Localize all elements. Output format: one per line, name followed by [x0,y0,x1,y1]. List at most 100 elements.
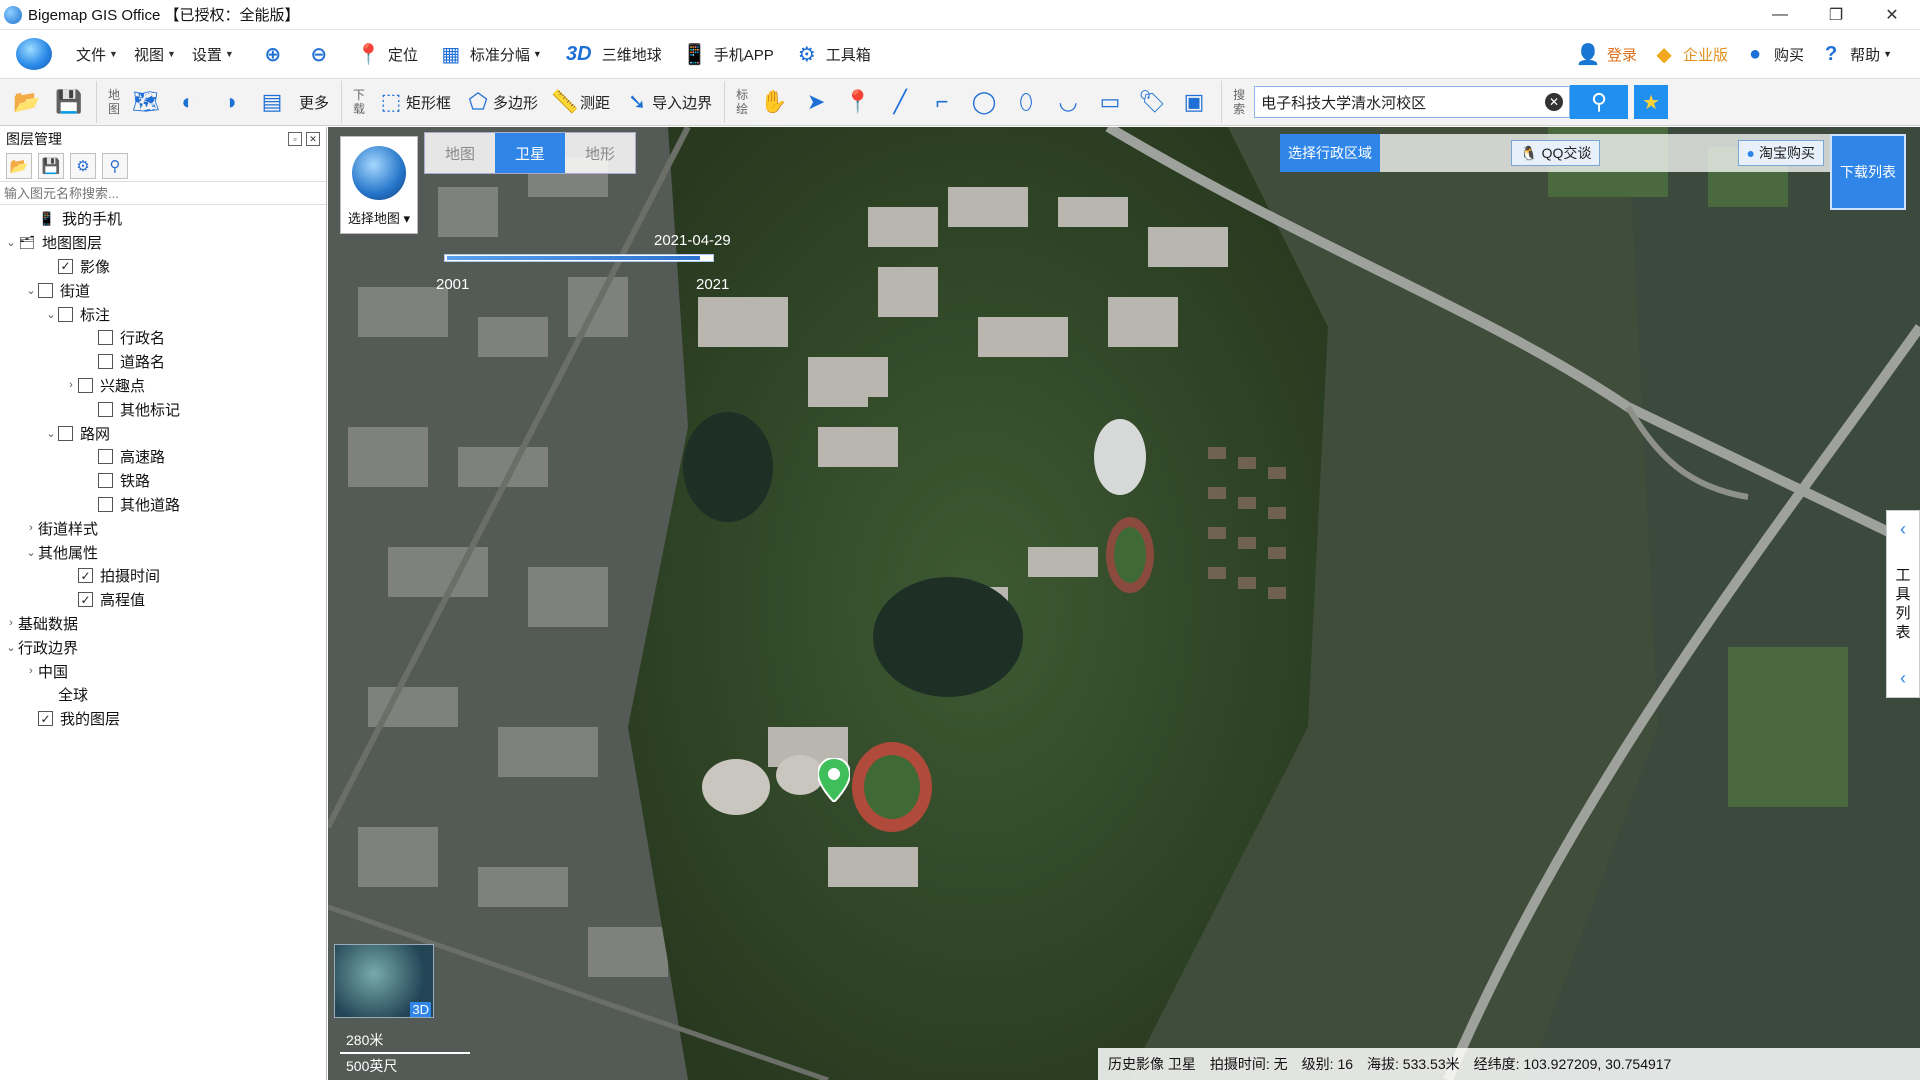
tree-item[interactable]: ⌄ 标注 [0,302,326,326]
rectangle-button[interactable]: ▭ [1089,83,1131,121]
tree-item[interactable]: 铁路 [0,469,326,493]
tree-item[interactable]: ⌄ 行政边界 [0,635,326,659]
tree-item[interactable]: 其他道路 [0,493,326,517]
layer-checkbox[interactable] [98,496,113,512]
locate-button[interactable]: 📍 定位 [356,41,417,67]
chevron-down-icon[interactable]: ⌄ [44,308,58,321]
tree-item[interactable]: 全球 [0,683,326,707]
layer-checkbox[interactable]: ✓ [78,592,93,608]
layer-checkbox[interactable] [38,282,53,298]
mobile-app-button[interactable]: 📱 手机APP [682,41,773,67]
tab-satellite[interactable]: 卫星 [495,133,565,173]
toolbox-button[interactable]: ⚙ 工具箱 [794,41,871,67]
help-button[interactable]: ? 帮助 ▼ [1818,41,1892,67]
tree-item[interactable]: ✓ 我的图层 [0,707,326,731]
chevron-left-icon[interactable]: ‹ [1900,668,1906,689]
save-layer-button[interactable]: 💾 [38,153,64,179]
pointer-button[interactable]: ➤ [795,83,837,121]
tool-list-panel[interactable]: ‹ 工具列表 ‹ [1886,510,1920,698]
zoom-out-button[interactable]: ⊖ [306,41,338,67]
tree-item[interactable]: ✓ 拍摄时间 [0,564,326,588]
zoom-in-button[interactable]: ⊕ [260,41,292,67]
tree-item[interactable]: ✓ 高程值 [0,588,326,612]
menu-settings[interactable]: 设置 ▼ [192,44,234,65]
bigemap-logo-icon[interactable] [16,38,52,70]
location-marker-icon[interactable] [818,758,850,802]
timeline-slider[interactable] [444,254,714,262]
circle-button[interactable]: ◯ [963,83,1005,121]
tree-item[interactable]: 📱 我的手机 [0,207,326,231]
map-source-1-button[interactable]: 🗺 [125,83,167,121]
chevron-down-icon[interactable]: ⌄ [24,546,38,559]
float-panel-icon[interactable]: ▫ [288,132,302,146]
open-layer-button[interactable]: 📂 [6,153,32,179]
chevron-down-icon[interactable]: ⌄ [4,236,18,249]
layer-settings-button[interactable]: ⚙ [70,153,96,179]
taobao-buy-button[interactable]: ● 淘宝购买 [1737,140,1824,166]
map-source-2-button[interactable]: ◐ [167,83,209,121]
layer-checkbox[interactable] [98,330,113,346]
place-search-input[interactable] [1261,93,1546,111]
layer-checkbox[interactable] [98,354,113,370]
buy-button[interactable]: ● 购买 [1742,41,1804,67]
chevron-down-icon[interactable]: ⌄ [44,427,58,440]
layer-search-input[interactable] [4,185,322,201]
tree-item[interactable]: 高速路 [0,445,326,469]
layer-checkbox[interactable] [78,377,93,393]
line-button[interactable]: ╱ [879,83,921,121]
marker-button[interactable]: 📍 [837,83,879,121]
layer-checkbox[interactable]: ✓ [78,568,93,584]
map-source-4-button[interactable]: ▤ [251,83,293,121]
qq-chat-button[interactable]: 🐧 QQ交谈 [1511,140,1601,166]
save-button[interactable]: 💾 [48,83,90,121]
tree-item[interactable]: › 基础数据 [0,612,326,636]
select-region-button[interactable]: 选择行政区域 [1280,134,1380,172]
tree-item[interactable]: ⌄ 路网 [0,421,326,445]
more-button[interactable]: 更多 [293,83,335,121]
tree-item[interactable]: ⌄ 其他属性 [0,540,326,564]
chevron-right-icon[interactable]: › [24,522,38,534]
measure-button[interactable]: 📏 测距 [544,83,616,121]
standard-sheet-button[interactable]: ▦ 标准分幅 ▼ [438,41,541,67]
menu-file[interactable]: 文件 ▼ [76,44,118,65]
menu-view[interactable]: 视图 ▼ [134,44,176,65]
favorites-button[interactable]: ★ [1634,85,1669,119]
tree-item[interactable]: › 街道样式 [0,516,326,540]
close-panel-icon[interactable]: ✕ [306,132,320,146]
tree-item[interactable]: ⌄ 🗂 地图图层 [0,231,326,255]
import-boundary-button[interactable]: ➘ 导入边界 [616,83,718,121]
tree-item[interactable]: › 兴趣点 [0,374,326,398]
tree-item[interactable]: 其他标记 [0,397,326,421]
chevron-right-icon[interactable]: › [64,379,78,391]
map-source-3-button[interactable]: ◑ [209,83,251,121]
pan-button[interactable]: ✋ [753,83,795,121]
tab-map[interactable]: 地图 [425,133,495,173]
tab-terrain[interactable]: 地形 [565,133,635,173]
open-button[interactable]: 📂 [6,83,48,121]
layer-checkbox[interactable] [98,401,113,417]
minimize-button[interactable]: — [1752,0,1808,30]
close-button[interactable]: ✕ [1864,0,1920,30]
tag-button[interactable]: 🏷 [1131,83,1173,121]
tree-item[interactable]: 行政名 [0,326,326,350]
freehand-button[interactable]: ◡ [1047,83,1089,121]
overview-minimap[interactable]: 3D [334,944,434,1018]
layer-checkbox[interactable] [58,306,73,322]
layer-checkbox[interactable] [58,425,73,441]
rect-select-button[interactable]: ⬚ 矩形框 [370,83,457,121]
login-button[interactable]: 👤 登录 [1575,41,1637,67]
enterprise-button[interactable]: ◆ 企业版 [1651,41,1728,67]
polyline-button[interactable]: ⌐ [921,83,963,121]
map-selector-button[interactable]: 选择地图 ▾ [340,136,418,234]
clear-search-icon[interactable]: ✕ [1545,93,1564,111]
chevron-right-icon[interactable]: › [4,617,18,629]
earth-3d-button[interactable]: 3D 三维地球 [562,41,662,67]
chevron-right-icon[interactable]: › [24,665,38,677]
ellipse-button[interactable]: ⬯ [1005,83,1047,121]
label-button[interactable]: ▣ [1173,83,1215,121]
chevron-left-icon[interactable]: ‹ [1900,519,1906,540]
layer-checkbox[interactable] [98,473,113,489]
chevron-down-icon[interactable]: ⌄ [24,284,38,297]
download-list-button[interactable]: 下载列表 [1830,134,1906,210]
tree-item[interactable]: 道路名 [0,350,326,374]
